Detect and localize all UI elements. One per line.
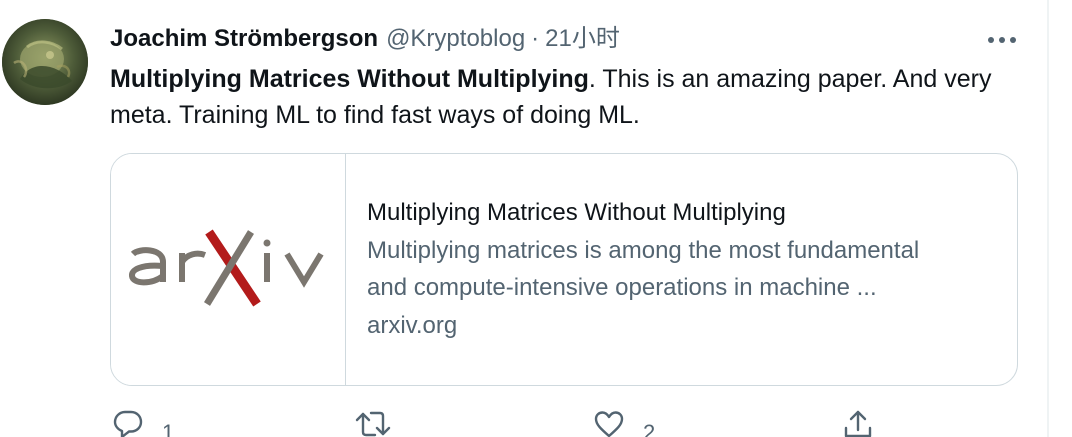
avatar-image [2,19,88,105]
tweet-timestamp[interactable]: 21小时 [545,23,620,55]
author-handle[interactable]: @Kryptoblog [386,23,525,55]
tweet-text: Multiplying Matrices Without Multiplying… [110,61,1020,133]
reply-count: 1 [162,420,175,437]
tweet-page: Joachim Strömbergson @Kryptoblog · 21小时 … [0,0,1072,437]
reply-button[interactable]: 1 [112,408,174,437]
heart-icon [594,411,624,437]
more-button[interactable] [984,26,1020,54]
author-name[interactable]: Joachim Strömbergson [110,23,378,55]
card-thumbnail [111,154,346,385]
header-separator: · [531,25,540,52]
share-icon [844,410,872,437]
arxiv-logo [129,229,324,307]
tweet-text-bold: Multiplying Matrices Without Multiplying [110,65,589,93]
card-description-line1: Multiplying matrices is among the most f… [367,237,920,264]
reply-icon [113,410,143,437]
tweet-header: Joachim Strömbergson @Kryptoblog · 21小时 [110,23,620,55]
like-button[interactable]: 2 [593,408,655,437]
card-title: Multiplying Matrices Without Multiplying [367,199,786,226]
card-description-line2: and compute-intensive operations in mach… [367,274,877,301]
timeline-divider [1047,0,1049,437]
more-horizontal-icon [988,37,1016,43]
card-domain: arxiv.org [367,312,458,339]
avatar[interactable] [2,19,88,105]
like-count: 2 [643,420,656,437]
share-button[interactable] [842,408,874,437]
link-card[interactable]: Multiplying Matrices Without Multiplying… [110,153,1018,386]
card-body: Multiplying Matrices Without Multiplying… [367,194,1007,346]
retweet-icon [355,411,391,437]
tweet-actions: 1 2 [0,408,1072,437]
retweet-button[interactable] [355,408,409,437]
